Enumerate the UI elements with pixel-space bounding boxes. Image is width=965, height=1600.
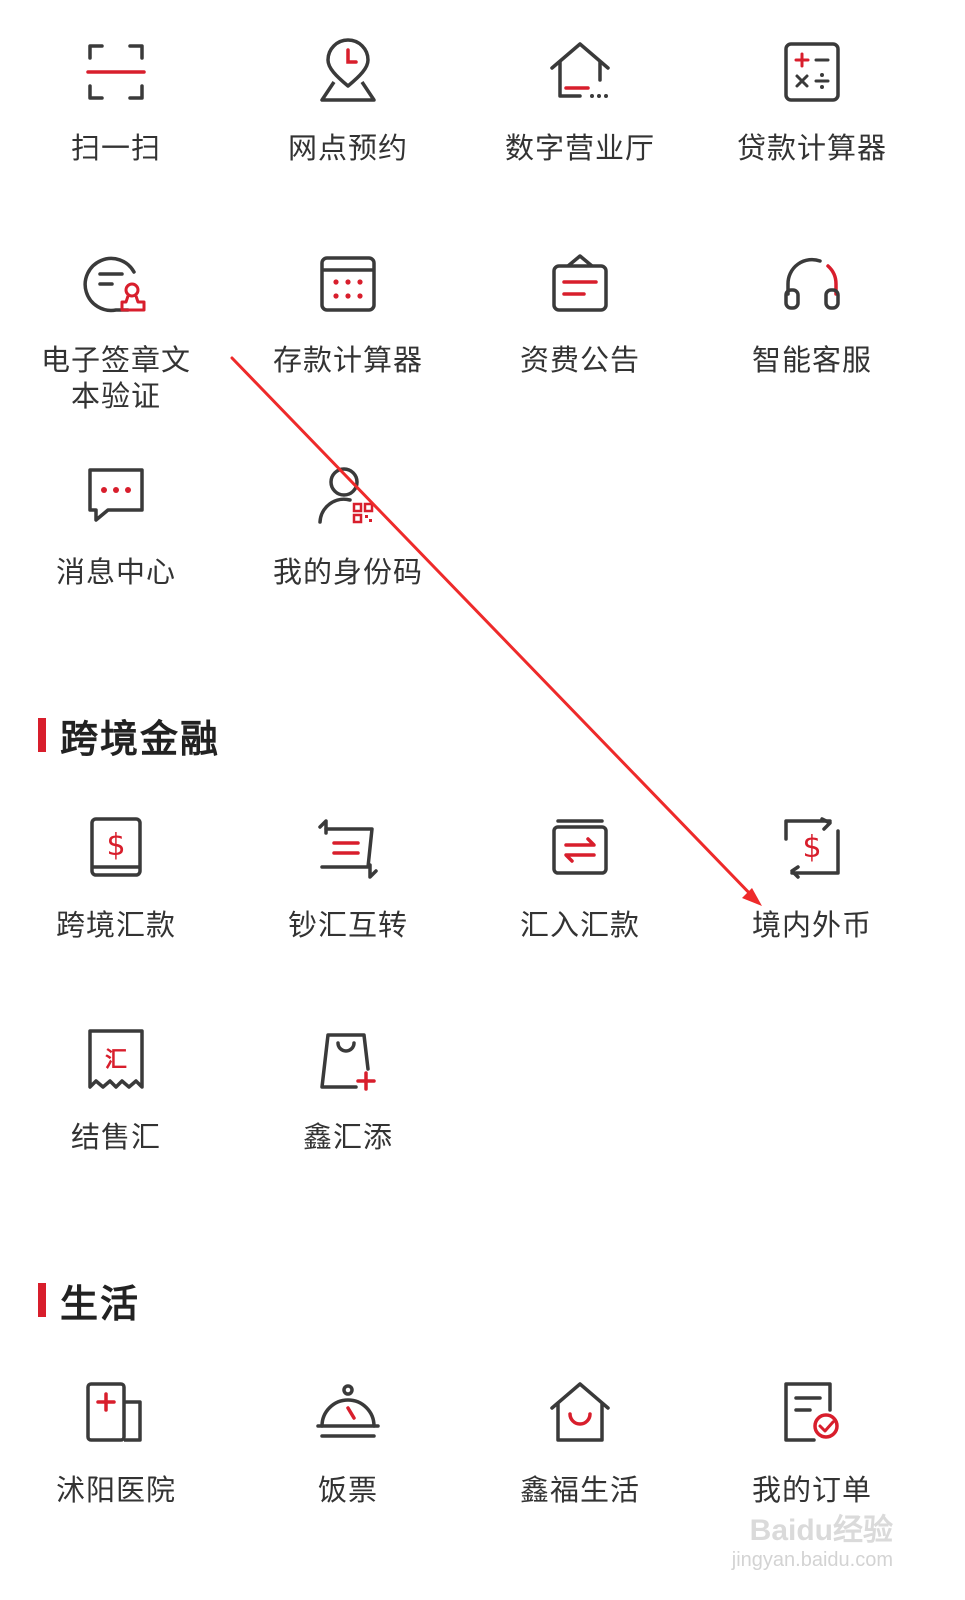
tile-smart-service[interactable]: 智能客服: [696, 250, 928, 378]
tile-cash-exchange[interactable]: 钞汇互转: [232, 815, 464, 943]
identity-code-icon: [318, 467, 374, 524]
dollar-remit-icon: $: [90, 817, 142, 877]
tile-label: 电子签章文本验证: [40, 343, 191, 413]
order-icon: [784, 1382, 839, 1442]
tile-label: 钞汇互转: [287, 908, 408, 942]
tile-inbound-remittance[interactable]: 汇入汇款: [464, 815, 696, 943]
tile-label: 资费公告: [519, 343, 640, 377]
dining-bell-icon: [316, 1384, 380, 1438]
section-title-text: 生活: [60, 1281, 141, 1326]
headset-icon: [784, 257, 840, 310]
tile-meal-ticket[interactable]: 饭票: [232, 1380, 464, 1508]
bag-add-icon: [320, 1033, 376, 1091]
tile-label: 我的身份码: [272, 555, 423, 589]
tile-label: 我的订单: [751, 1473, 872, 1507]
section-accent-bar: [38, 718, 46, 752]
scan-icon: [86, 44, 146, 100]
tile-label: 境内外币: [751, 908, 872, 942]
tile-label: 智能客服: [751, 343, 872, 377]
guide-arrow: [230, 356, 762, 906]
tile-shuyang-hospital[interactable]: 沭阳医院: [0, 1380, 232, 1508]
tile-label: 跨境汇款: [55, 908, 176, 942]
tile-label: 鑫福生活: [519, 1473, 640, 1507]
tile-label: 扫一扫: [70, 131, 161, 165]
tile-label: 数字营业厅: [504, 131, 655, 165]
announcement-icon: [552, 254, 608, 312]
tile-branch-appointment[interactable]: 网点预约: [232, 38, 464, 166]
tile-message-center[interactable]: 消息中心: [0, 462, 232, 590]
tile-xinfu-life[interactable]: 鑫福生活: [464, 1380, 696, 1508]
tile-digital-hall[interactable]: 数字营业厅: [464, 38, 696, 166]
domestic-fx-icon: $: [784, 817, 840, 879]
section-title-cross-border: 跨境金融: [38, 712, 220, 761]
tile-fee-announcement[interactable]: 资费公告: [464, 250, 696, 378]
tile-deposit-calculator[interactable]: 存款计算器: [232, 250, 464, 378]
calculator-icon: [784, 42, 840, 102]
tile-identity-code[interactable]: 我的身份码: [232, 462, 464, 590]
tile-label: 汇入汇款: [519, 908, 640, 942]
hospital-icon: [86, 1382, 142, 1442]
e-signature-icon: [83, 256, 146, 313]
branch-appointment-icon: [320, 38, 376, 102]
tile-label: 结售汇: [70, 1120, 161, 1154]
exchange-icon: [318, 819, 378, 879]
section-title-life: 生活: [38, 1277, 140, 1326]
watermark-url: jingyan.baidu.com: [731, 1549, 893, 1571]
tile-xinhuitian[interactable]: 鑫汇添: [232, 1027, 464, 1155]
svg-text:汇: 汇: [105, 1048, 127, 1073]
section-title-text: 跨境金融: [60, 716, 221, 761]
receipt-icon: 汇: [88, 1029, 144, 1089]
tile-label: 沭阳医院: [55, 1473, 176, 1507]
tile-my-orders[interactable]: 我的订单: [696, 1380, 928, 1508]
tile-label: 存款计算器: [272, 343, 423, 377]
watermark-logo: Baidu经验: [749, 1514, 893, 1547]
home-smile-icon: [550, 1382, 610, 1442]
tile-e-signature[interactable]: 电子签章文本验证: [0, 250, 232, 414]
svg-text:$: $: [106, 828, 125, 863]
svg-text:$: $: [802, 830, 821, 865]
tile-fx-settlement[interactable]: 汇 结售汇: [0, 1027, 232, 1155]
calendar-grid-icon: [320, 256, 376, 312]
tile-label: 网点预约: [287, 131, 408, 165]
tile-label: 饭票: [317, 1473, 378, 1507]
tile-label: 鑫汇添: [302, 1120, 393, 1154]
digital-hall-icon: [550, 42, 610, 98]
baidu-watermark: Baidu经验 jingyan.baidu.com: [732, 1505, 893, 1572]
inbound-transfer-icon: [552, 819, 608, 875]
tile-scan[interactable]: 扫一扫: [0, 38, 232, 166]
tile-label: 贷款计算器: [736, 131, 887, 165]
tile-loan-calculator[interactable]: 贷款计算器: [696, 38, 928, 166]
message-icon: [88, 468, 144, 522]
section-accent-bar: [38, 1283, 46, 1317]
tile-label: 消息中心: [55, 555, 176, 589]
tile-domestic-fx[interactable]: $ 境内外币: [696, 815, 928, 943]
tile-cross-border-remittance[interactable]: $ 跨境汇款: [0, 815, 232, 943]
